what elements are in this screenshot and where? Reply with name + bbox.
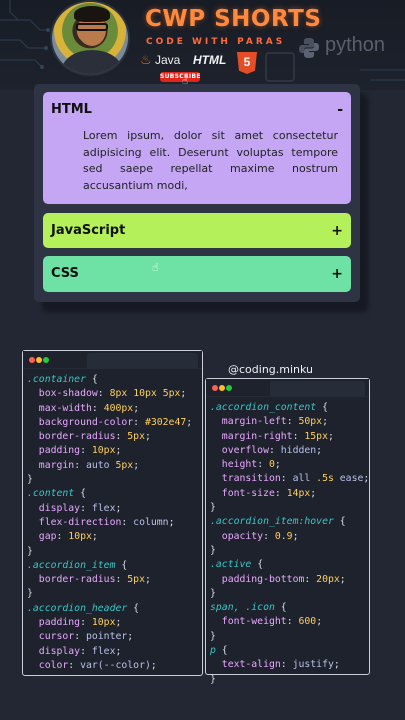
channel-banner: CWP SHORTS CODE WITH PARAS ♨ Java HTML 5… bbox=[0, 0, 405, 90]
code-line: margin-right: 15px; bbox=[221, 430, 334, 442]
code-line: text-align: justify; bbox=[221, 659, 340, 671]
java-label: Java bbox=[155, 53, 181, 67]
python-label: python bbox=[325, 34, 386, 56]
code-line: .accordion_item:hover { bbox=[210, 516, 346, 528]
code-line: span, .icon { bbox=[210, 602, 287, 614]
code-line: border-radius: 5px; bbox=[38, 574, 151, 586]
code-line: border-radius: 5px; bbox=[38, 431, 151, 443]
accordion-header-javascript[interactable]: JavaScript + bbox=[51, 213, 343, 248]
accordion-title-javascript: JavaScript bbox=[51, 223, 126, 238]
expand-icon[interactable]: + bbox=[331, 223, 343, 239]
code-line: cursor: pointer; bbox=[38, 631, 134, 643]
code-line: opacity: 0.9; bbox=[221, 530, 299, 542]
code-line: .content { bbox=[27, 488, 86, 500]
code-line: color: var(--color); bbox=[38, 659, 157, 671]
code-editor-left: .container { box-shadow: 8px 10px 5px; m… bbox=[22, 350, 203, 676]
editor-title-bar bbox=[23, 351, 202, 369]
minimize-dot-icon bbox=[36, 357, 42, 363]
code-line: } bbox=[210, 544, 216, 556]
subscribe-button[interactable]: SUBSCRIBE bbox=[160, 72, 200, 82]
creator-handle: @coding.minku bbox=[228, 363, 314, 376]
code-line: } bbox=[210, 502, 216, 514]
accordion-header-css[interactable]: CSS + bbox=[51, 256, 343, 291]
java-cup-icon: ♨ bbox=[140, 52, 152, 67]
code-editor-right: .accordion_content { margin-left: 50px; … bbox=[205, 378, 370, 685]
code-line: padding-bottom: 20px; bbox=[221, 573, 346, 585]
editor-title-bar bbox=[206, 379, 369, 397]
editor-tab bbox=[87, 353, 198, 369]
maximize-dot-icon bbox=[43, 357, 49, 363]
code-line: .accordion_item { bbox=[27, 559, 128, 571]
editor-tab bbox=[270, 381, 365, 397]
html5-shield-icon: 5 bbox=[237, 52, 257, 74]
code-line: } bbox=[27, 588, 33, 600]
code-line: transition: all .5s ease; bbox=[221, 473, 370, 485]
accordion-item-javascript[interactable]: JavaScript + bbox=[43, 213, 351, 248]
code-line: font-size: 14px; bbox=[221, 487, 317, 499]
code-line: margin-left: 50px; bbox=[221, 416, 328, 428]
accordion-header-html[interactable]: HTML - bbox=[51, 92, 343, 127]
code-line: padding: 10px; bbox=[38, 617, 122, 629]
code-line: } bbox=[210, 630, 216, 642]
brand-subtitle: CODE WITH PARAS bbox=[146, 37, 286, 47]
css-shield-icon bbox=[265, 52, 295, 82]
code-line: .active { bbox=[210, 559, 264, 571]
code-line: p { bbox=[210, 645, 228, 657]
close-dot-icon bbox=[212, 385, 218, 391]
code-line: .container { bbox=[27, 374, 98, 385]
code-line: } bbox=[210, 587, 216, 599]
code-line: max-width: 400px; bbox=[38, 402, 140, 414]
code-line: height: 0; bbox=[221, 459, 281, 471]
python-logo-icon bbox=[299, 38, 319, 58]
accordion-title-html: HTML bbox=[51, 102, 92, 117]
java-logo: ♨ Java bbox=[140, 52, 180, 68]
code-line: } bbox=[210, 673, 216, 685]
avatar bbox=[50, 0, 130, 76]
code-line: padding: 10px; bbox=[38, 445, 122, 457]
code-block-right: .accordion_content { margin-left: 50px; … bbox=[206, 397, 369, 687]
code-line: .accordion_header { bbox=[27, 602, 140, 614]
code-line: } bbox=[27, 545, 33, 557]
html-logo-label: HTML bbox=[193, 53, 227, 67]
code-line: margin: auto 5px; bbox=[38, 459, 140, 471]
close-dot-icon bbox=[29, 357, 35, 363]
collapse-icon[interactable]: - bbox=[337, 102, 343, 118]
accordion-title-css: CSS bbox=[51, 266, 79, 281]
minimize-dot-icon bbox=[219, 385, 225, 391]
code-line: flex-direction: column; bbox=[38, 516, 175, 528]
code-line: background-color: #302e47; bbox=[38, 416, 193, 428]
maximize-dot-icon bbox=[226, 385, 232, 391]
accordion-item-html[interactable]: HTML - Lorem ipsum, dolor sit amet conse… bbox=[43, 92, 351, 204]
accordion-content-html: Lorem ipsum, dolor sit amet consectetur … bbox=[83, 129, 338, 192]
code-block-left: .container { box-shadow: 8px 10px 5px; m… bbox=[23, 369, 202, 673]
code-line: display: flex; bbox=[38, 502, 122, 514]
mouse-cursor-icon: ☝ bbox=[152, 261, 159, 274]
code-line: display: flex; bbox=[38, 645, 122, 657]
code-line: .accordion_content { bbox=[210, 402, 328, 413]
accordion-item-css[interactable]: CSS + bbox=[43, 256, 351, 292]
code-line: gap: 10px; bbox=[38, 531, 98, 543]
code-line: font-weight: 600; bbox=[221, 616, 323, 628]
code-line: } bbox=[27, 474, 33, 486]
brand-title: CWP SHORTS bbox=[145, 6, 322, 32]
expand-icon[interactable]: + bbox=[331, 266, 343, 282]
code-line: box-shadow: 8px 10px 5px; bbox=[38, 388, 187, 400]
code-line: overflow: hidden; bbox=[221, 444, 323, 456]
